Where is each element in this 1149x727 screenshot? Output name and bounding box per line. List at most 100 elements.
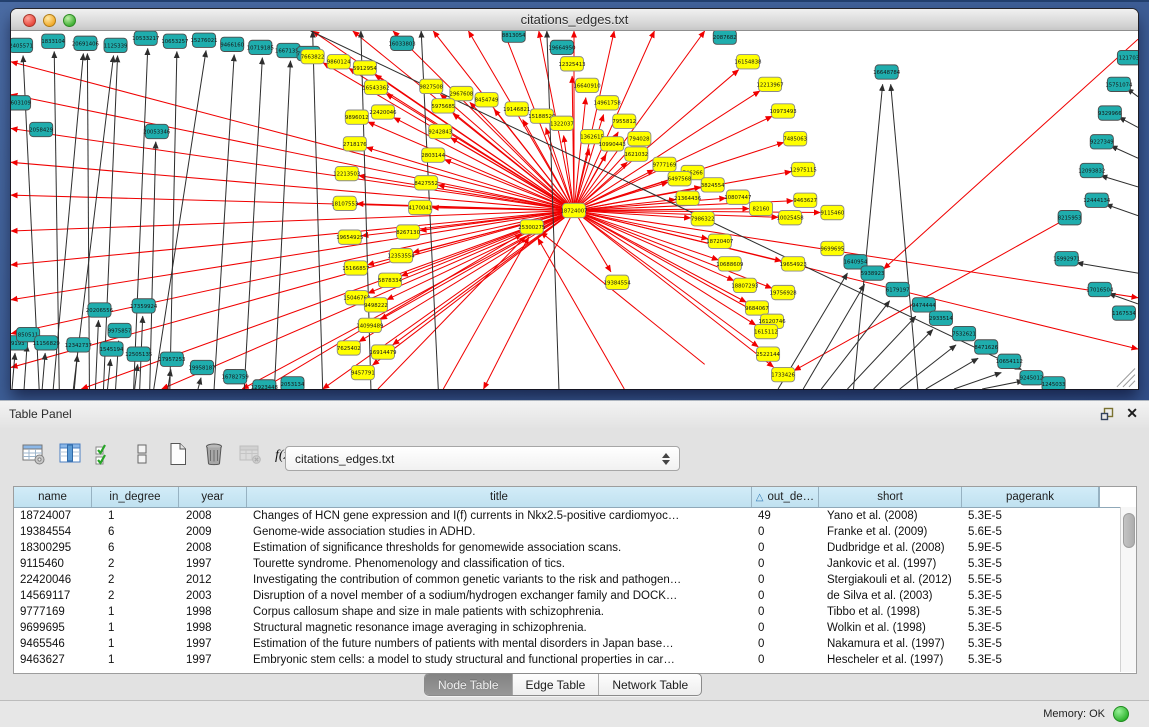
table-row[interactable]: 977716911998Corpus callosum shape and si… bbox=[14, 604, 1136, 620]
network-node-2405571[interactable]: 2405571 bbox=[11, 38, 33, 52]
zoom-window-icon[interactable] bbox=[63, 14, 76, 27]
black-edge[interactable] bbox=[853, 84, 882, 389]
delete-entry-icon[interactable] bbox=[200, 440, 228, 468]
network-node-10688609[interactable]: 10688609 bbox=[716, 257, 744, 271]
network-node-8813054[interactable]: 8813054 bbox=[502, 31, 526, 42]
network-node-9827508[interactable]: 9827508 bbox=[419, 79, 443, 93]
network-canvas[interactable]: 2405571183310420691406112533910533217106… bbox=[11, 31, 1138, 389]
network-node-18107553[interactable]: 18107553 bbox=[331, 196, 358, 210]
column-header-short[interactable]: short bbox=[819, 487, 962, 507]
cell-year[interactable]: 2008 bbox=[179, 508, 247, 524]
black-edge[interactable] bbox=[95, 320, 98, 389]
network-node-15751074[interactable]: 15751074 bbox=[1105, 77, 1133, 91]
cell-title[interactable]: Estimation of the future numbers of pati… bbox=[247, 636, 752, 652]
network-node-1833104[interactable]: 1833104 bbox=[41, 34, 65, 48]
network-node-19654925[interactable]: 19654925 bbox=[336, 230, 363, 244]
cell-year[interactable]: 1997 bbox=[179, 652, 247, 668]
network-node-10973493[interactable]: 10973493 bbox=[770, 104, 797, 118]
delete-table-icon[interactable] bbox=[236, 440, 264, 468]
network-node-10533217[interactable]: 10533217 bbox=[132, 31, 159, 45]
network-window-titlebar[interactable]: citations_edges.txt bbox=[11, 9, 1138, 31]
cell-out_de[interactable]: 0 bbox=[752, 588, 819, 604]
network-node-20691406[interactable]: 20691406 bbox=[72, 36, 100, 50]
red-edge[interactable] bbox=[574, 211, 611, 272]
network-node-3824554[interactable]: 3824554 bbox=[701, 178, 725, 192]
network-node-7663822[interactable]: 7663822 bbox=[301, 49, 325, 63]
network-node-9457791[interactable]: 9457791 bbox=[351, 365, 375, 379]
cell-out_de[interactable]: 49 bbox=[752, 508, 819, 524]
network-node-1245033[interactable]: 1245033 bbox=[1042, 377, 1066, 389]
cell-title[interactable]: Changes of HCN gene expression and I(f) … bbox=[247, 508, 752, 524]
cell-in_degree[interactable]: 6 bbox=[92, 540, 179, 556]
network-node-1615112[interactable]: 1615112 bbox=[754, 324, 778, 338]
column-header-out_de[interactable]: △out_de… bbox=[752, 487, 819, 507]
red-edge[interactable] bbox=[81, 211, 574, 389]
network-node-7625402[interactable]: 7625402 bbox=[337, 341, 361, 355]
network-node-4170041[interactable]: 4170041 bbox=[408, 200, 432, 214]
network-node-11156829[interactable]: 11156829 bbox=[33, 336, 61, 350]
network-node-15276021[interactable]: 15276021 bbox=[190, 33, 217, 47]
table-row[interactable]: 1872400712008Changes of HCN gene express… bbox=[14, 508, 1136, 524]
network-node-9466160[interactable]: 9466160 bbox=[220, 37, 244, 51]
cell-out_de[interactable]: 0 bbox=[752, 604, 819, 620]
column-header-pagerank[interactable]: pagerank bbox=[962, 487, 1099, 507]
cell-name[interactable]: 18300295 bbox=[14, 540, 92, 556]
close-icon[interactable]: ✕ bbox=[1126, 405, 1138, 422]
black-edge[interactable] bbox=[74, 355, 77, 389]
cell-out_de[interactable]: 0 bbox=[752, 572, 819, 588]
network-node-8267130[interactable]: 8267130 bbox=[396, 225, 420, 239]
network-node-5912954[interactable]: 5912954 bbox=[353, 61, 377, 75]
cell-title[interactable]: Structural magnetic resonance image aver… bbox=[247, 620, 752, 636]
red-edge[interactable] bbox=[11, 211, 574, 368]
cell-title[interactable]: Tourette syndrome. Phenomenology and cla… bbox=[247, 556, 752, 572]
network-node-10653257[interactable]: 10653257 bbox=[161, 34, 188, 48]
network-node-18720407[interactable]: 18720407 bbox=[706, 234, 733, 248]
red-edge[interactable] bbox=[884, 39, 1138, 269]
black-edge[interactable] bbox=[1101, 176, 1138, 187]
column-edit-icon[interactable] bbox=[56, 440, 84, 468]
black-edge[interactable] bbox=[12, 353, 15, 389]
cell-short[interactable]: Franke et al. (2009) bbox=[819, 524, 962, 540]
cell-year[interactable]: 2009 bbox=[179, 524, 247, 540]
tab-network-table[interactable]: Network Table bbox=[599, 674, 701, 695]
network-node-12923448[interactable]: 12923448 bbox=[251, 380, 279, 389]
network-node-9975857[interactable]: 9975857 bbox=[108, 323, 132, 337]
red-edge[interactable] bbox=[11, 211, 574, 300]
black-edge[interactable] bbox=[1106, 204, 1138, 215]
black-edge[interactable] bbox=[24, 345, 27, 389]
network-node-8454749[interactable]: 8454749 bbox=[475, 93, 499, 107]
cell-short[interactable]: Jankovic et al. (1997) bbox=[819, 556, 962, 572]
network-window[interactable]: citations_edges.txt bbox=[11, 9, 1138, 389]
table-row[interactable]: 911546021997Tourette syndrome. Phenomeno… bbox=[14, 556, 1136, 572]
cell-name[interactable]: 9465546 bbox=[14, 636, 92, 652]
cell-name[interactable]: 22420046 bbox=[14, 572, 92, 588]
network-node-9699695[interactable]: 9699695 bbox=[821, 241, 845, 255]
cell-in_degree[interactable]: 2 bbox=[92, 556, 179, 572]
cell-title[interactable]: Genome-wide association studies in ADHD. bbox=[247, 524, 752, 540]
cell-year[interactable]: 1998 bbox=[179, 620, 247, 636]
cell-pagerank[interactable]: 5.3E-5 bbox=[962, 604, 1099, 620]
network-node-2933514[interactable]: 2933514 bbox=[929, 311, 953, 325]
network-node-82160[interactable]: 82160 bbox=[749, 201, 772, 215]
cell-out_de[interactable]: 0 bbox=[752, 540, 819, 556]
cell-short[interactable]: Stergiakouli et al. (2012) bbox=[819, 572, 962, 588]
cell-name[interactable]: 14569117 bbox=[14, 588, 92, 604]
black-edge[interactable] bbox=[134, 48, 148, 389]
network-node-17957253[interactable]: 17957253 bbox=[158, 352, 185, 366]
cell-title[interactable]: Investigating the contribution of common… bbox=[247, 572, 752, 588]
float-window-icon[interactable] bbox=[1100, 407, 1114, 421]
black-edge[interactable] bbox=[313, 31, 323, 389]
cell-pagerank[interactable]: 5.3E-5 bbox=[962, 620, 1099, 636]
black-edge[interactable] bbox=[874, 330, 933, 389]
network-node-20206556[interactable]: 20206556 bbox=[86, 303, 114, 317]
network-node-16154838[interactable]: 16154838 bbox=[734, 55, 762, 69]
cell-short[interactable]: Hescheler et al. (1997) bbox=[819, 652, 962, 668]
network-node-1125339[interactable]: 1125339 bbox=[104, 38, 128, 52]
cell-pagerank[interactable]: 5.3E-5 bbox=[962, 636, 1099, 652]
table-settings-icon[interactable] bbox=[20, 440, 48, 468]
network-node-9242843[interactable]: 9242843 bbox=[428, 124, 452, 138]
network-node-6497568[interactable]: 6497568 bbox=[668, 172, 692, 186]
black-edge[interactable] bbox=[847, 316, 915, 389]
network-node-9463627[interactable]: 9463627 bbox=[793, 193, 817, 207]
network-node-7955812[interactable]: 7955812 bbox=[612, 114, 636, 128]
